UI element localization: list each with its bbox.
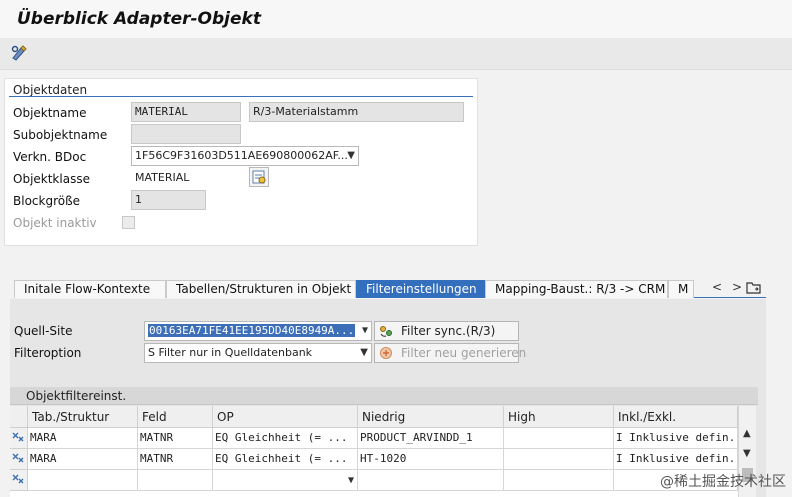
table-cell[interactable]: MARA [28,428,138,449]
objektklasse-label: Objektklasse [13,172,90,186]
sync-icon [380,326,392,337]
tab-scroll-right-icon[interactable]: > [732,280,742,294]
quell-site-dropdown[interactable]: 00163EA71FE41EE195DD40E8949A... ▼ [144,321,372,341]
select-all-header[interactable] [10,406,28,428]
verkn-bdoc-dropdown[interactable]: 1F56C9F31603D511AE690800062AF... ▼ [131,146,359,166]
application-toolbar [0,38,792,70]
details-icon [252,170,266,184]
table-cell[interactable] [504,470,614,491]
filter-sync-button[interactable]: Filter sync.(R/3) [374,321,519,341]
column-header-op[interactable]: OP [213,406,358,428]
section-title: Objektdaten [13,83,88,97]
table-cell[interactable]: MARA [28,449,138,470]
subobjektname-label: Subobjektname [13,128,108,142]
tab-initale-flow-kontexte[interactable]: Initale Flow-Kontexte [14,280,166,298]
filter-regenerate-button[interactable]: Filter neu generieren [374,343,526,363]
filter-sync-label: Filter sync.(R/3) [401,324,496,338]
chevron-down-icon: ▼ [347,150,355,161]
tab-mapping-baust[interactable]: Mapping-Baust.: R/3 -> CRM [485,280,668,298]
objekt-inaktiv-checkbox[interactable] [122,216,135,229]
blockgroesse-label: Blockgröße [13,194,81,208]
blockgroesse-field[interactable]: 1 [131,190,206,210]
subobjektname-field[interactable] [131,124,241,144]
table-cell[interactable]: I Inklusive defin... [614,428,738,449]
row-selector[interactable] [10,428,28,449]
objektname-field[interactable]: MATERIAL [131,102,241,122]
objektklasse-value: MATERIAL [135,171,190,184]
tab-filtereinstellungen[interactable]: Filtereinstellungen [356,280,485,298]
quell-site-value: 00163EA71FE41EE195DD40E8949A... [148,324,356,337]
table-cell[interactable]: MATNR [138,428,213,449]
verkn-bdoc-value: 1F56C9F31603D511AE690800062AF... [135,149,348,162]
table-cell[interactable]: I Inklusive defin... [614,449,738,470]
scroll-down-icon[interactable]: ▼ [743,448,751,459]
filter-regenerate-label: Filter neu generieren [401,346,527,360]
table-cell[interactable] [504,428,614,449]
table-cell[interactable]: MATNR [138,449,213,470]
objektdaten-panel: Objektdaten Objektname MATERIAL R/3-Mate… [4,78,478,246]
row-selector[interactable] [10,449,28,470]
row-link-icon [12,453,24,463]
objektfilter-grid-title-bar: Objektfiltereinst. [10,387,758,405]
objektname-description: R/3-Materialstamm [249,102,464,122]
column-header-inkl-exkl[interactable]: Inkl./Exkl. [614,406,738,428]
table-cell[interactable] [138,470,213,491]
chevron-down-icon: ▼ [347,475,354,486]
table-cell[interactable]: PRODUCT_ARVINDD_1 [358,428,504,449]
title-bar: Überblick Adapter-Objekt [0,0,792,38]
column-header-feld[interactable]: Feld [138,406,213,428]
page-title: Überblick Adapter-Objekt [17,9,261,29]
objekt-inaktiv-label: Objekt inaktiv [13,216,97,230]
watermark: @稀土掘金技术社区 [660,474,786,490]
tab-scroll-left-icon[interactable]: < [712,280,722,294]
scroll-up-icon[interactable]: ▲ [743,428,751,439]
objektname-label: Objektname [13,106,87,120]
filteroption-label: Filteroption [14,346,82,360]
row-link-icon [12,474,24,484]
row-link-icon [12,432,24,442]
column-header-tab-struktur[interactable]: Tab./Struktur [28,406,138,428]
tab-strip: Initale Flow-Kontexte Tabellen/Strukture… [14,280,766,298]
quell-site-label: Quell-Site [14,324,73,338]
table-cell[interactable]: HT-1020 [358,449,504,470]
tab-more[interactable]: M [668,280,694,298]
chevron-down-icon: ▼ [360,347,368,358]
objektklasse-details-button[interactable] [249,167,269,187]
grid-title: Objektfiltereinst. [26,389,127,403]
table-cell[interactable]: EQ Gleichheit (= ... [213,449,358,470]
filteroption-dropdown[interactable]: S Filter nur in Quelldatenbank ▼ [144,343,372,363]
tab-tabellen-strukturen[interactable]: Tabellen/Strukturen in Objekt [166,280,356,298]
table-cell[interactable]: EQ Gleichheit (= ... [213,428,358,449]
chevron-down-icon: ▼ [361,325,368,336]
objektfilter-table: Tab./Struktur Feld OP Niedrig High Inkl.… [10,406,756,497]
verkn-bdoc-label: Verkn. BDoc [13,150,87,164]
table-cell[interactable] [28,470,138,491]
row-selector[interactable] [10,470,28,491]
op-dropdown-cell[interactable]: ▼ [213,470,358,491]
column-header-niedrig[interactable]: Niedrig [358,406,504,428]
table-cell[interactable] [358,470,504,491]
regenerate-icon [380,347,392,359]
tab-list-icon[interactable] [746,281,762,295]
filteroption-value: S Filter nur in Quelldatenbank [148,346,313,359]
table-cell[interactable] [504,449,614,470]
display-change-icon[interactable] [10,44,30,62]
section-divider [9,96,473,97]
column-header-high[interactable]: High [504,406,614,428]
